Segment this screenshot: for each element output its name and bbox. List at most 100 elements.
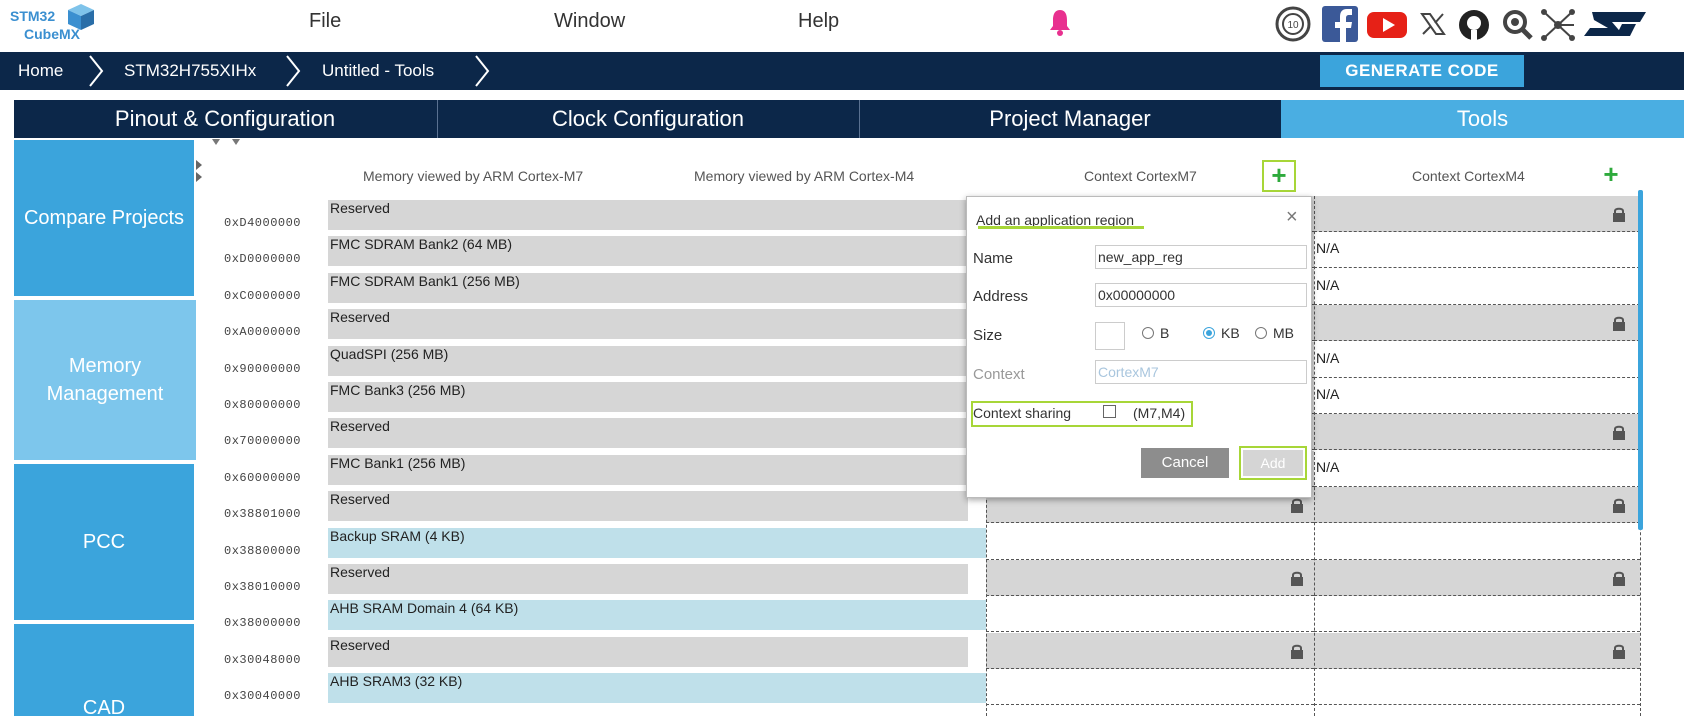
column-header-m4: Memory viewed by ARM Cortex-M4	[694, 168, 915, 184]
tab-project-manager[interactable]: Project Manager	[860, 100, 1280, 138]
notification-bell-icon[interactable]	[1048, 8, 1072, 36]
add-region-m7-button[interactable]: +	[1262, 160, 1296, 192]
chevron-right-icon	[286, 55, 301, 87]
lock-icon	[1290, 643, 1304, 659]
memory-region-row[interactable]: Reserved	[328, 200, 968, 230]
context-m4-cell[interactable]	[1314, 305, 1640, 342]
column-divider	[986, 490, 987, 716]
memory-region-row[interactable]: Reserved	[328, 491, 968, 522]
region-address: 0x38800000	[224, 543, 302, 558]
context-sharing-label: Context sharing	[973, 405, 1072, 421]
context-m7-cell[interactable]	[986, 669, 1314, 706]
region-name-input[interactable]: new_app_reg	[1095, 245, 1307, 269]
menu-help[interactable]: Help	[798, 10, 839, 33]
splitter-handle-icon[interactable]	[196, 158, 204, 182]
region-address: 0x60000000	[224, 470, 302, 485]
context-m4-cell[interactable]	[1314, 632, 1640, 669]
region-address: 0x30048000	[224, 652, 302, 667]
generate-code-button[interactable]: GENERATE CODE	[1320, 55, 1524, 87]
context-sharing-cores: (M7,M4)	[1133, 405, 1186, 421]
search-icon[interactable]	[1500, 4, 1536, 44]
memory-region-name: QuadSPI (256 MB)	[330, 345, 449, 362]
memory-region-name: AHB SRAM Domain 4 (64 KB)	[330, 600, 519, 617]
memory-region-row[interactable]: FMC Bank1 (256 MB)	[328, 454, 968, 485]
memory-region-row[interactable]: Reserved	[328, 636, 968, 667]
context-value: N/A	[1316, 458, 1340, 475]
breadcrumb-project[interactable]: Untitled - Tools	[322, 52, 434, 90]
menu-file[interactable]: File	[309, 10, 341, 33]
vertical-scrollbar[interactable]	[1638, 190, 1643, 530]
memory-region-row[interactable]: FMC SDRAM Bank2 (64 MB)	[328, 236, 968, 267]
add-button[interactable]: Add	[1243, 450, 1303, 476]
context-m4-cell[interactable]: N/A	[1314, 232, 1640, 269]
memory-region-name: Reserved	[330, 564, 390, 580]
context-m4-cell[interactable]: N/A	[1314, 378, 1640, 414]
unit-mb-label: MB	[1273, 325, 1294, 341]
tab-clock-configuration[interactable]: Clock Configuration	[438, 100, 858, 138]
context-m7-cell[interactable]	[986, 524, 1314, 560]
memory-region-row[interactable]: Reserved	[328, 418, 968, 449]
menu-window[interactable]: Window	[554, 10, 625, 33]
network-icon[interactable]	[1540, 4, 1576, 44]
sidebar-item-cad[interactable]: CAD	[14, 624, 194, 719]
breadcrumb-home[interactable]: Home	[18, 52, 63, 90]
tab-tools[interactable]: Tools	[1281, 100, 1684, 138]
region-address: 0x80000000	[224, 398, 302, 412]
context-m4-cell[interactable]	[1314, 414, 1640, 451]
unit-kb-label: KB	[1221, 325, 1240, 341]
lock-icon	[1612, 497, 1626, 514]
memory-region-row[interactable]: FMC Bank3 (256 MB)	[328, 382, 968, 412]
region-address: 0xD4000000	[224, 216, 302, 230]
facebook-icon[interactable]	[1322, 4, 1358, 44]
sidebar-item-pcc[interactable]: PCC	[14, 464, 194, 620]
context-sharing-checkbox[interactable]	[1103, 405, 1116, 418]
column-header-context-m7: Context CortexM7	[1084, 168, 1197, 184]
region-size-input[interactable]	[1095, 322, 1125, 350]
lock-icon	[1612, 206, 1626, 222]
chevron-right-icon	[475, 55, 490, 87]
sidebar-item-compare-projects[interactable]: Compare Projects	[14, 140, 194, 296]
cancel-button[interactable]: Cancel	[1141, 448, 1229, 478]
name-label: Name	[973, 250, 1014, 267]
memory-region-row[interactable]: FMC SDRAM Bank1 (256 MB)	[328, 272, 968, 303]
memory-region-name: FMC SDRAM Bank1 (256 MB)	[330, 272, 520, 289]
context-m4-cell[interactable]	[1314, 669, 1640, 706]
memory-region-name: Reserved	[330, 491, 390, 508]
st-logo-icon[interactable]	[1582, 4, 1648, 44]
region-address: 0xA0000000	[224, 325, 302, 340]
region-address-input[interactable]: 0x00000000	[1095, 283, 1307, 307]
unit-kb-radio[interactable]	[1203, 327, 1215, 339]
memory-region-row[interactable]: QuadSPI (256 MB)	[328, 345, 968, 376]
anniversary-badge-icon[interactable]: 10	[1275, 4, 1311, 44]
unit-b-radio[interactable]	[1142, 327, 1154, 339]
youtube-icon[interactable]	[1366, 4, 1408, 44]
memory-region-row[interactable]: Reserved	[328, 564, 968, 594]
unit-mb-radio[interactable]	[1255, 327, 1267, 339]
memory-region-row[interactable]: Reserved	[328, 309, 968, 340]
context-m4-cell[interactable]	[1314, 487, 1640, 524]
memory-region-row[interactable]: AHB SRAM Domain 4 (64 KB)	[328, 600, 986, 631]
lock-icon	[1612, 315, 1626, 332]
context-m4-cell[interactable]	[1314, 524, 1640, 560]
context-m4-cell[interactable]	[1314, 596, 1640, 633]
context-m7-cell[interactable]	[986, 632, 1314, 669]
memory-region-row[interactable]: Backup SRAM (4 KB)	[328, 527, 986, 558]
context-m7-cell[interactable]	[986, 560, 1314, 596]
context-m4-cell[interactable]: N/A	[1314, 269, 1640, 305]
context-m4-cell[interactable]: N/A	[1314, 342, 1640, 378]
x-twitter-icon[interactable]	[1418, 4, 1448, 44]
tab-pinout-configuration[interactable]: Pinout & Configuration	[14, 100, 436, 138]
github-icon[interactable]	[1456, 4, 1492, 44]
memory-region-row[interactable]: AHB SRAM3 (32 KB)	[328, 673, 986, 704]
sidebar-item-memory-management[interactable]: Memory Management	[14, 300, 196, 460]
context-m7-cell[interactable]	[986, 596, 1314, 633]
collapse-arrows-icon[interactable]	[208, 137, 244, 147]
context-m4-cell[interactable]	[1314, 560, 1640, 596]
add-region-m4-button[interactable]: +	[1600, 161, 1622, 187]
context-m4-cell[interactable]: N/A	[1314, 451, 1640, 487]
breadcrumb-device[interactable]: STM32H755XIHx	[124, 52, 256, 90]
svg-text:10: 10	[1287, 20, 1299, 31]
close-icon[interactable]: ×	[1286, 206, 1298, 229]
context-m4-cell[interactable]	[1314, 196, 1640, 232]
lock-icon	[1612, 643, 1626, 659]
